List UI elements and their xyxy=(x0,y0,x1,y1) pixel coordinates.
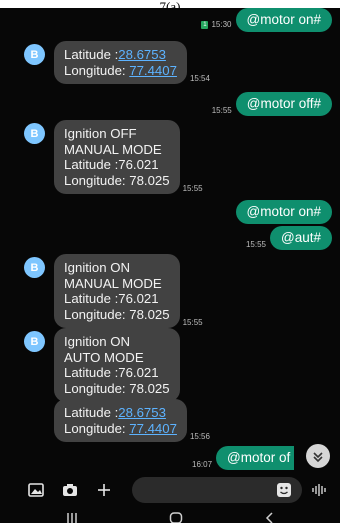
voice-icon xyxy=(312,484,326,496)
camera-icon xyxy=(63,484,77,496)
gallery-icon xyxy=(28,483,44,497)
message-bubble-outgoing[interactable]: @motor on# xyxy=(235,8,332,32)
message-bubble-outgoing[interactable]: @motor off# xyxy=(235,92,332,116)
message-time: 15:55 xyxy=(182,318,203,328)
navigation-bar xyxy=(0,503,340,523)
sticker-button[interactable] xyxy=(276,482,292,503)
scroll-to-bottom-button[interactable] xyxy=(306,444,330,468)
message-bubble-incoming[interactable]: Latitude :28.6753 Longitude: 77.4407 xyxy=(54,41,187,85)
message-bubble-incoming[interactable]: Ignition ON MANUAL MODE Latitude :76.021… xyxy=(54,254,180,329)
message-time: 15:56 xyxy=(189,432,210,442)
message-row-outgoing: 1 15:30 @motor on# xyxy=(201,8,332,32)
avatar[interactable]: B xyxy=(24,331,45,352)
sim-badge: 1 xyxy=(201,20,209,29)
message-bubble-outgoing[interactable]: @motor of xyxy=(216,446,295,470)
message-time: 1 15:30 xyxy=(201,20,232,29)
avatar[interactable]: B xyxy=(24,257,45,278)
message-row-incoming: Ignition ON MANUAL MODE Latitude :76.021… xyxy=(54,254,203,329)
camera-button[interactable] xyxy=(60,480,80,500)
back-icon xyxy=(265,512,273,523)
message-row-outgoing: 16:07 @motor of xyxy=(192,446,295,470)
recents-icon xyxy=(67,513,77,523)
message-row-incoming: Ignition OFF MANUAL MODE Latitude :76.02… xyxy=(54,120,203,195)
latitude-link[interactable]: 28.6753 xyxy=(118,405,166,420)
message-row-outgoing: @motor on# xyxy=(235,200,332,224)
chat-screen: 1 15:30 @motor on# B Latitude :28.6753 Lo… xyxy=(0,8,340,523)
message-bubble-incoming[interactable]: Latitude :28.6753 Longitude: 77.4407 xyxy=(54,399,187,443)
message-row-outgoing: 15:55 @aut# xyxy=(246,226,332,250)
message-input[interactable] xyxy=(132,477,302,503)
message-time: 15:54 xyxy=(189,74,210,84)
voice-button[interactable] xyxy=(309,480,329,500)
sticker-icon xyxy=(277,483,291,497)
avatar[interactable]: B xyxy=(24,44,45,65)
longitude-link[interactable]: 77.4407 xyxy=(129,63,177,78)
message-time: 15:55 xyxy=(211,106,232,115)
add-button[interactable] xyxy=(94,480,114,500)
latitude-link[interactable]: 28.6753 xyxy=(118,47,166,62)
gallery-button[interactable] xyxy=(26,480,46,500)
message-row-incoming: Latitude :28.6753 Longitude: 77.4407 15:… xyxy=(54,41,210,85)
message-bubble-incoming[interactable]: Ignition OFF MANUAL MODE Latitude :76.02… xyxy=(54,120,180,195)
avatar[interactable]: B xyxy=(24,123,45,144)
home-icon xyxy=(169,512,183,523)
longitude-link[interactable]: 77.4407 xyxy=(129,421,177,436)
message-time: 15:55 xyxy=(245,240,267,249)
plus-icon xyxy=(98,484,110,496)
message-row-incoming: Ignition ON AUTO MODE Latitude :76.021 L… xyxy=(54,328,180,403)
chevron-down-icon xyxy=(313,452,323,463)
message-row-incoming: Latitude :28.6753 Longitude: 77.4407 15:… xyxy=(54,399,210,443)
message-bubble-incoming[interactable]: Ignition ON AUTO MODE Latitude :76.021 L… xyxy=(54,328,180,403)
message-time: 15:55 xyxy=(182,184,203,194)
home-button[interactable] xyxy=(166,511,186,523)
message-time: 16:07 xyxy=(192,460,213,469)
recents-button[interactable] xyxy=(62,511,82,523)
message-row-outgoing: 15:55 @motor off# xyxy=(212,92,332,116)
back-button[interactable] xyxy=(260,511,280,523)
message-bubble-outgoing[interactable]: @aut# xyxy=(270,226,332,250)
message-bubble-outgoing[interactable]: @motor on# xyxy=(235,200,332,224)
